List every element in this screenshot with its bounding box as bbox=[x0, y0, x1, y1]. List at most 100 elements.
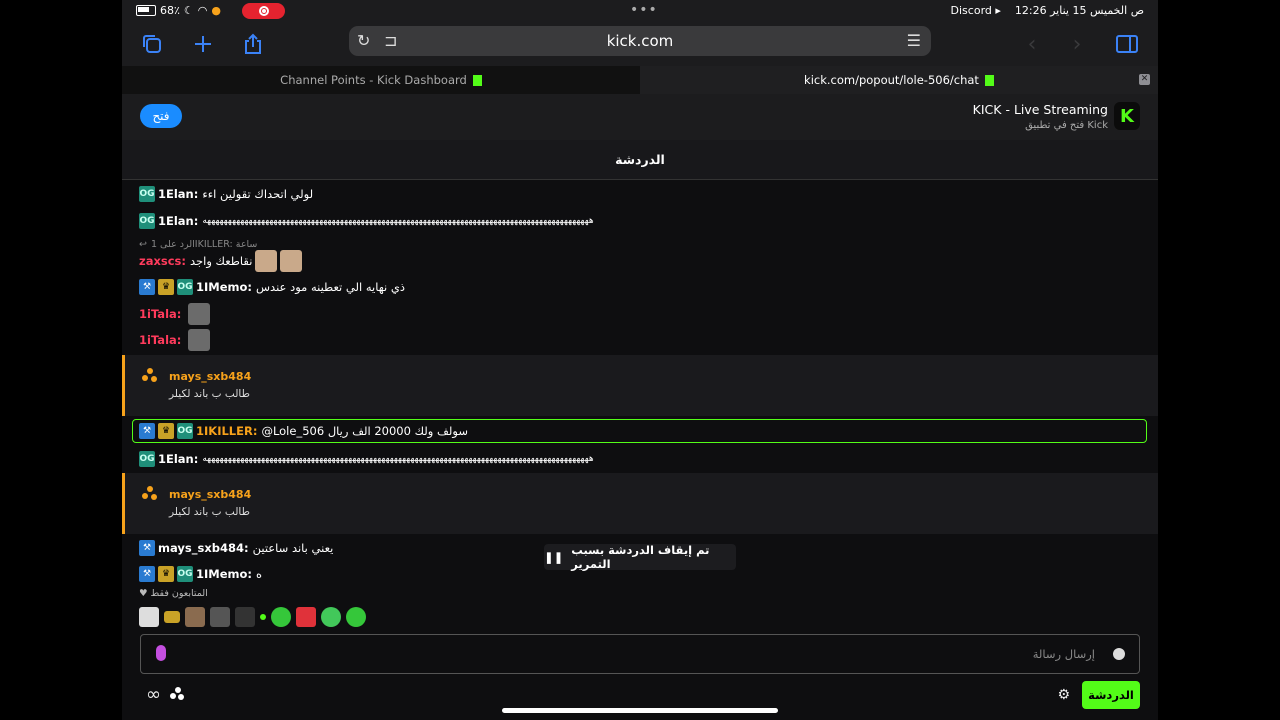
message-text: ه bbox=[256, 567, 263, 581]
infinity-icon[interactable]: ∞ bbox=[146, 684, 161, 705]
chat-message[interactable]: ⚒ ♛ OG 1IMemo: ه bbox=[139, 566, 262, 582]
emote-icon[interactable] bbox=[346, 607, 366, 627]
username[interactable]: 1iTala: bbox=[139, 333, 181, 347]
emote-icon[interactable] bbox=[296, 607, 316, 627]
chat-message[interactable]: ⚒ ♛ OG 1IMemo: ذي نهايه الي تعطينه مود ع… bbox=[139, 279, 405, 295]
screen-recording-indicator[interactable] bbox=[242, 3, 285, 19]
emote-icon[interactable] bbox=[235, 607, 255, 627]
message-text: هههههههههههههههههههههههههههههههههههههههه… bbox=[202, 454, 594, 464]
multitasking-dots[interactable]: ••• bbox=[630, 2, 658, 18]
chat-message[interactable]: ⚒ ♛ OG 1IKILLER: @Lole_506 سولف ولك 2000… bbox=[139, 423, 468, 439]
emote-icon[interactable] bbox=[185, 607, 205, 627]
chat-message[interactable]: OG 1Elan: لولي اتحداك تقولين اءء bbox=[139, 186, 313, 202]
back-to-app[interactable]: Discord ▸ bbox=[951, 4, 1001, 17]
username[interactable]: 1Elan: bbox=[158, 187, 198, 201]
cat-emote-icon bbox=[255, 250, 278, 272]
emoji-picker-icon[interactable] bbox=[1113, 648, 1125, 660]
gift-dots-icon[interactable] bbox=[170, 687, 184, 701]
reader-icon[interactable]: ☰ bbox=[907, 31, 921, 50]
heart-icon: ♥ bbox=[139, 588, 148, 599]
tab-label: kick.com/popout/lole-506/chat bbox=[804, 73, 979, 87]
orange-dot-icon: ● bbox=[211, 4, 221, 17]
username[interactable]: 1Elan: bbox=[158, 452, 198, 466]
message-text: طالب ب باند لكيلر bbox=[169, 388, 250, 400]
chat-message[interactable]: 1iTala: bbox=[139, 329, 211, 351]
username[interactable]: 1IMemo: bbox=[196, 567, 252, 581]
emote-icon[interactable] bbox=[210, 607, 230, 627]
url-text[interactable]: kick.com bbox=[349, 32, 931, 50]
followers-only-text: المتابعون فقط bbox=[150, 588, 208, 599]
username[interactable]: mays_sxb484 bbox=[169, 370, 251, 383]
moderator-badge-icon: ⚒ bbox=[139, 540, 155, 556]
chat-message[interactable]: 1iTala: bbox=[139, 303, 211, 325]
send-chat-button[interactable]: الدردشة bbox=[1082, 681, 1140, 709]
home-indicator[interactable] bbox=[502, 708, 778, 713]
reply-icon: ↩ bbox=[139, 239, 147, 250]
message-text: لولي اتحداك تقولين اءء bbox=[202, 187, 314, 201]
message-input[interactable]: إرسال رسالة bbox=[140, 634, 1140, 674]
moderator-badge-icon: ⚒ bbox=[139, 423, 155, 439]
tab-channel-points[interactable]: Channel Points - Kick Dashboard bbox=[122, 66, 640, 94]
new-tab-icon[interactable] bbox=[189, 30, 217, 58]
status-left: 68٪ ☾ ◠ ● bbox=[136, 4, 221, 17]
browser-toolbar: ↻ ⊐ kick.com ☰ ‹ › bbox=[122, 22, 1158, 66]
chat-message[interactable]: OG 1Elan: هههههههههههههههههههههههههههههه… bbox=[139, 451, 595, 467]
username[interactable]: 1IMemo: bbox=[196, 280, 252, 294]
microphone-icon[interactable] bbox=[156, 645, 166, 661]
kick-favicon-icon bbox=[984, 74, 994, 86]
open-app-button[interactable]: فتح bbox=[140, 104, 182, 128]
og-badge-icon: OG bbox=[177, 566, 193, 582]
share-icon[interactable] bbox=[239, 30, 267, 58]
laughing-emote-icon bbox=[188, 329, 211, 351]
laughing-emote-icon bbox=[188, 303, 211, 325]
username[interactable]: zaxscs: bbox=[139, 254, 186, 268]
emote-icon[interactable] bbox=[139, 607, 159, 627]
tab-kick-chat[interactable]: kick.com/popout/lole-506/chat ✕ bbox=[640, 66, 1158, 94]
gift-highlight-message[interactable]: mays_sxb484 طالب ب باند لكيلر bbox=[122, 473, 1158, 534]
gift-icon bbox=[142, 486, 158, 502]
og-badge-icon: OG bbox=[139, 213, 155, 229]
back-icon[interactable]: ‹ bbox=[1018, 30, 1046, 58]
browser-tabs: Channel Points - Kick Dashboard kick.com… bbox=[122, 66, 1158, 94]
emote-icon[interactable] bbox=[260, 614, 266, 620]
message-text: نقاطعك واجد bbox=[189, 254, 253, 268]
vip-crown-icon: ♛ bbox=[158, 423, 174, 439]
chat-message[interactable]: zaxscs: نقاطعك واجد bbox=[139, 250, 303, 272]
username[interactable]: mays_sxb484 bbox=[169, 488, 251, 501]
moon-icon: ☾ bbox=[183, 4, 194, 17]
message-text: @Lole_506 سولف ولك 20000 الف ريال bbox=[261, 424, 468, 438]
emote-icon[interactable] bbox=[164, 611, 180, 623]
moderator-badge-icon: ⚒ bbox=[139, 566, 155, 582]
message-text: ذي نهايه الي تعطينه مود عندس bbox=[256, 280, 405, 294]
chat-message[interactable]: OG 1Elan: هههههههههههههههههههههههههههههه… bbox=[139, 213, 595, 229]
gift-icon bbox=[142, 368, 158, 384]
kick-app-icon: K bbox=[1114, 102, 1140, 130]
sidebar-icon[interactable] bbox=[1113, 30, 1141, 58]
reply-context[interactable]: ↩ الرد على 1IKILLER: ساعة bbox=[139, 239, 257, 250]
smart-app-banner: فتح K KICK - Live Streaming فتح في تطبيق… bbox=[122, 94, 1158, 140]
message-text: طالب ب باند لكيلر bbox=[169, 506, 250, 518]
chat-panel: OG 1Elan: لولي اتحداك تقولين اءء OG 1Ela… bbox=[122, 180, 1158, 720]
input-placeholder: إرسال رسالة bbox=[1032, 647, 1095, 661]
forward-icon[interactable]: › bbox=[1063, 30, 1091, 58]
gear-icon[interactable]: ⚙ bbox=[1057, 687, 1070, 703]
message-text: هههههههههههههههههههههههههههههههههههههههه… bbox=[202, 216, 594, 226]
close-tab-icon[interactable]: ✕ bbox=[1139, 74, 1150, 85]
og-badge-icon: OG bbox=[177, 279, 193, 295]
emote-icon[interactable] bbox=[271, 607, 291, 627]
wifi-icon: ◠ bbox=[197, 4, 208, 17]
moderator-badge-icon: ⚒ bbox=[139, 279, 155, 295]
username[interactable]: 1IKILLER: bbox=[196, 424, 257, 438]
og-badge-icon: OG bbox=[177, 423, 193, 439]
status-time-date: 12:26 ص الخميس 15 يناير bbox=[1014, 4, 1144, 17]
address-bar[interactable]: ↻ ⊐ kick.com ☰ bbox=[349, 26, 931, 56]
username[interactable]: 1iTala: bbox=[139, 307, 181, 321]
username[interactable]: 1Elan: bbox=[158, 214, 198, 228]
chat-message[interactable]: ⚒ mays_sxb484: يعني باند ساعتين bbox=[139, 540, 333, 556]
tabs-overview-icon[interactable] bbox=[138, 30, 166, 58]
emote-icon[interactable] bbox=[321, 607, 341, 627]
username[interactable]: mays_sxb484: bbox=[158, 541, 249, 555]
chat-paused-notice[interactable]: ❚❚ تم إيقاف الدردشة بسبب التمرير bbox=[544, 543, 736, 571]
battery-percent: 68٪ bbox=[160, 4, 180, 17]
gift-highlight-message[interactable]: mays_sxb484 طالب ب باند لكيلر bbox=[122, 355, 1158, 416]
